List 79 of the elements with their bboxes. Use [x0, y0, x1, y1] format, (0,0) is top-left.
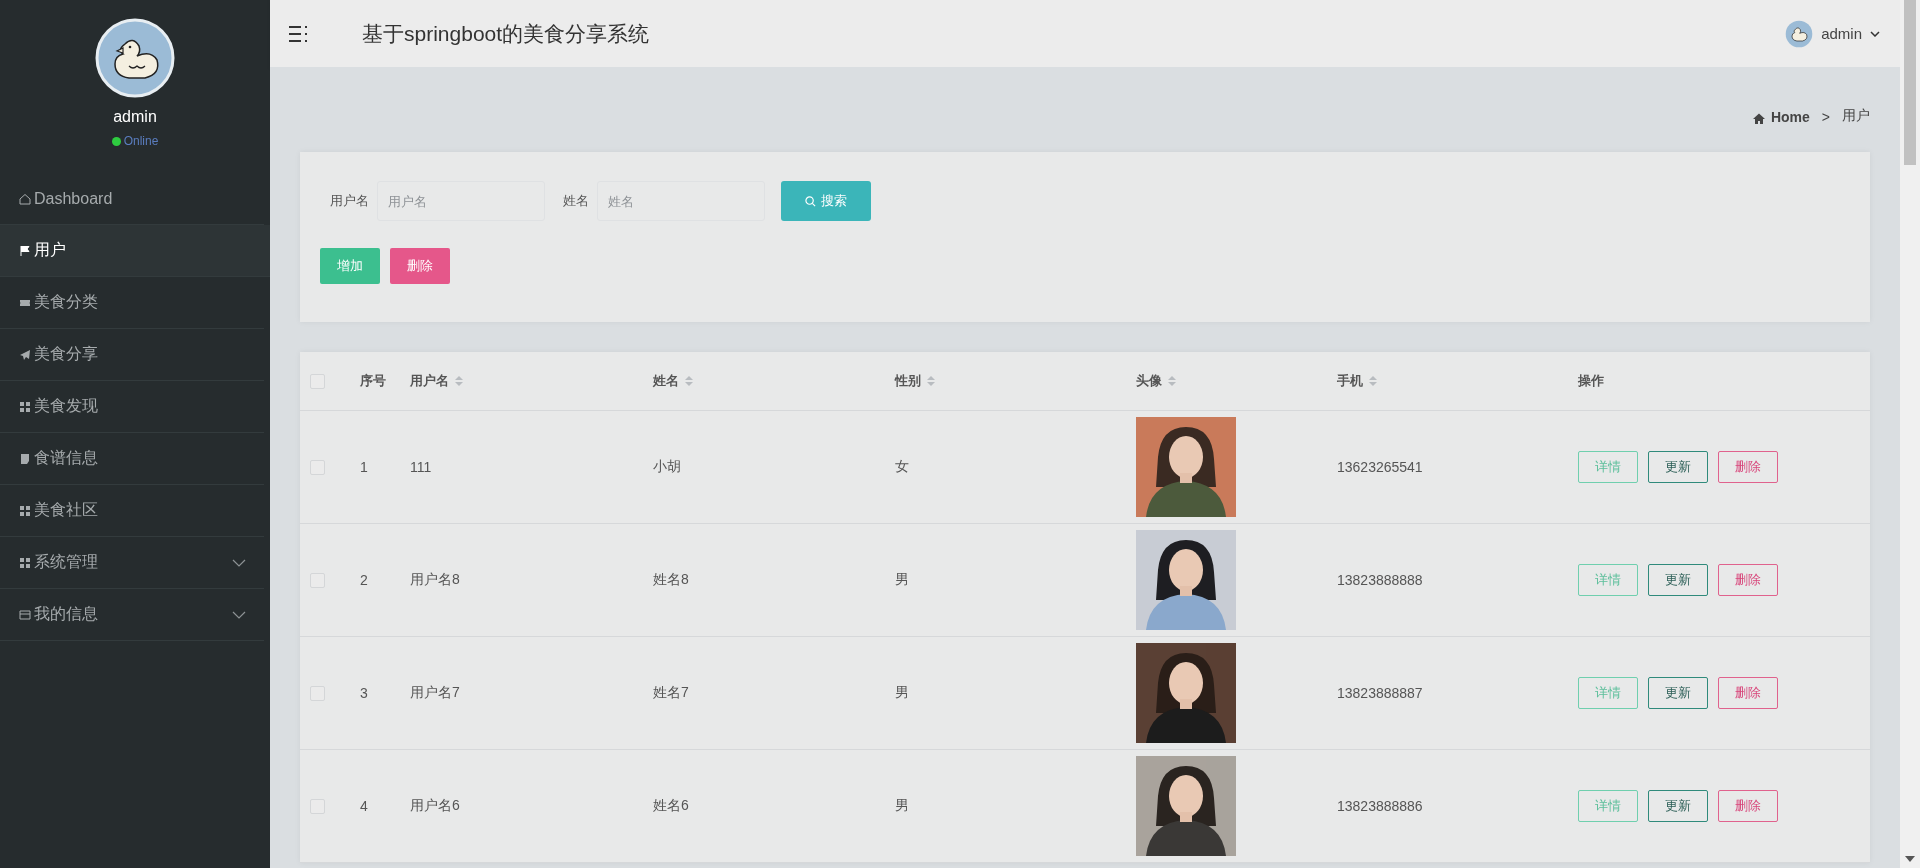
menu-item[interactable]: 美食社区 [0, 485, 264, 537]
delete-button[interactable]: 删除 [1718, 677, 1778, 709]
column-header[interactable]: 姓名 [653, 372, 679, 390]
table-cell: 男 [895, 684, 909, 702]
column-header[interactable]: 手机 [1337, 372, 1363, 390]
table-cell: 男 [895, 797, 909, 815]
sort-icon[interactable] [685, 375, 693, 387]
table-cell: 1 [360, 459, 368, 475]
table-cell: 姓名7 [653, 684, 689, 702]
menu-item[interactable]: 系统管理 [0, 537, 264, 589]
table-cell: 姓名6 [653, 797, 689, 815]
grid-icon [19, 400, 31, 413]
status-text: Online [123, 134, 159, 148]
column-header[interactable]: 用户名 [410, 372, 449, 390]
scrollbar-thumb[interactable] [1904, 0, 1916, 165]
table-cell: 姓名8 [653, 571, 689, 589]
column-header[interactable]: 头像 [1136, 372, 1162, 390]
table-cell: 111 [410, 459, 432, 475]
table-cell: 13623265541 [1337, 459, 1423, 475]
flag-icon [19, 244, 31, 257]
table-cell: 用户名7 [410, 684, 460, 702]
scroll-down-icon[interactable] [1905, 856, 1915, 862]
home-icon [1752, 113, 1765, 125]
menu-item[interactable]: 用户 [0, 225, 270, 277]
grid-icon [19, 556, 31, 569]
sort-icon[interactable] [927, 375, 935, 387]
caret-icon [1870, 30, 1880, 37]
update-button[interactable]: 更新 [1648, 564, 1708, 596]
column-header: 操作 [1578, 372, 1604, 390]
breadcrumb-separator: > [1821, 109, 1830, 125]
field-label: 用户名 [330, 192, 369, 210]
field-label: 姓名 [563, 192, 589, 210]
menu-item[interactable]: 食谱信息 [0, 433, 264, 485]
table-cell: 13823888888 [1337, 572, 1423, 588]
delete-button[interactable]: 删除 [1718, 451, 1778, 483]
table-cell: 2 [360, 572, 368, 588]
breadcrumb-current: 用户 [1842, 107, 1870, 125]
window-icon [19, 608, 31, 621]
delete-button[interactable]: 删除 [390, 248, 450, 284]
table-cell: 3 [360, 685, 368, 701]
chevron-down-icon [232, 558, 246, 567]
update-button[interactable]: 更新 [1648, 451, 1708, 483]
scrollbar[interactable] [1900, 0, 1920, 868]
duck-avatar-icon [95, 18, 175, 98]
table-cell: 13823888887 [1337, 685, 1423, 701]
table-cell: 4 [360, 798, 368, 814]
chevron-down-icon [232, 610, 246, 619]
table-cell: 男 [895, 571, 909, 589]
search-field[interactable]: 用户名 [377, 181, 545, 221]
duck-avatar-icon [1785, 19, 1814, 48]
column-header[interactable]: 性别 [895, 372, 921, 390]
search-icon [805, 195, 816, 207]
user-menu[interactable]: admin [1785, 19, 1880, 48]
delete-button[interactable]: 删除 [1718, 564, 1778, 596]
column-header: 序号 [360, 372, 386, 390]
table-cell: 小胡 [653, 458, 681, 476]
menu-item[interactable]: 美食发现 [0, 381, 264, 433]
app-title: 基于springboot的美食分享系统 [362, 20, 650, 47]
delete-button[interactable]: 删除 [1718, 790, 1778, 822]
breadcrumb-link[interactable]: Home [1770, 109, 1810, 125]
menu-item[interactable]: 美食分类 [0, 277, 264, 329]
update-button[interactable]: 更新 [1648, 677, 1708, 709]
grid-icon [19, 504, 31, 517]
user-name: admin [113, 108, 157, 126]
table-cell: 女 [895, 458, 909, 476]
note-icon [19, 452, 31, 465]
sort-icon[interactable] [1168, 375, 1176, 387]
sort-icon[interactable] [1369, 375, 1377, 387]
update-button[interactable]: 更新 [1648, 790, 1708, 822]
table-cell: 用户名6 [410, 797, 460, 815]
table-cell: 13823888886 [1337, 798, 1423, 814]
menu-item[interactable]: 美食分享 [0, 329, 264, 381]
paper-plane-icon [19, 348, 31, 361]
menu-item[interactable]: 我的信息 [0, 589, 264, 641]
home-icon [19, 192, 31, 205]
table-cell: 用户名8 [410, 571, 460, 589]
sort-icon[interactable] [455, 375, 463, 387]
search-field[interactable]: 姓名 [597, 181, 765, 221]
menu-icon[interactable] [288, 24, 308, 43]
